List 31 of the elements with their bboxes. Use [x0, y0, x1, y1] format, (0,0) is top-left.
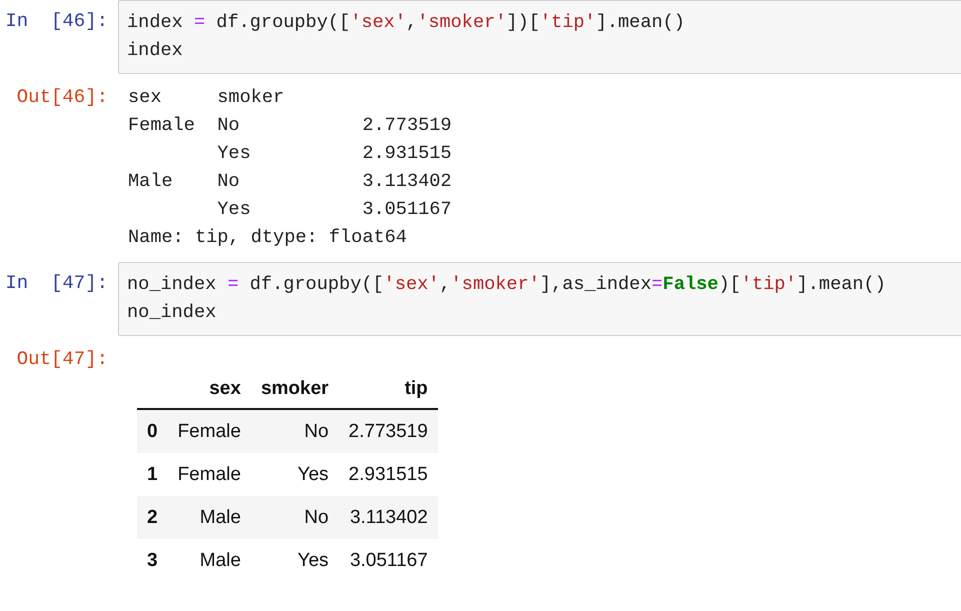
row-index: 0	[147, 420, 158, 442]
output-prompt: Out[47]:	[16, 347, 109, 370]
input-prompt: In [47]:	[4, 271, 109, 294]
column-header: sex	[209, 378, 241, 399]
column-header: tip	[404, 378, 428, 399]
table-cell: 2.773519	[348, 420, 428, 442]
table-cell: No	[304, 420, 329, 442]
output-line: Yes 3.051167	[216, 198, 452, 222]
output-line: Yes 2.931515	[216, 142, 452, 166]
table-cell: Female	[178, 464, 241, 484]
table-cell: No	[304, 506, 329, 528]
output-line: Male No 3.113402	[128, 170, 452, 194]
column-header: smoker	[260, 378, 329, 399]
output-prompt: Out[46]:	[16, 85, 109, 108]
table-cell: Yes	[298, 550, 329, 570]
table-cell: Male	[200, 550, 241, 570]
table-cell: 3.051167	[350, 550, 428, 570]
row-index: 3	[147, 550, 158, 570]
row-index: 1	[147, 464, 158, 484]
table-cell: Female	[178, 420, 241, 442]
output-line: Female No 2.773519	[128, 114, 452, 138]
output-line: Name: tip, dtype: float64	[128, 226, 408, 250]
table-cell: Male	[200, 506, 241, 528]
output-line: sex smoker	[128, 86, 286, 110]
table-cell: 2.931515	[348, 464, 428, 484]
table-cell: Yes	[298, 464, 329, 484]
table-cell: 3.113402	[350, 506, 428, 528]
row-index: 2	[147, 506, 158, 528]
code-cell[interactable]: index = df.groupby(['sex','smoker'])['tip'].mean() index	[118, 0, 961, 74]
input-prompt: In [46]:	[4, 9, 109, 32]
code-cell[interactable]: no_index = df.groupby(['sex','smoker'],as_index=False)['tip'].mean() no_index	[118, 262, 961, 336]
